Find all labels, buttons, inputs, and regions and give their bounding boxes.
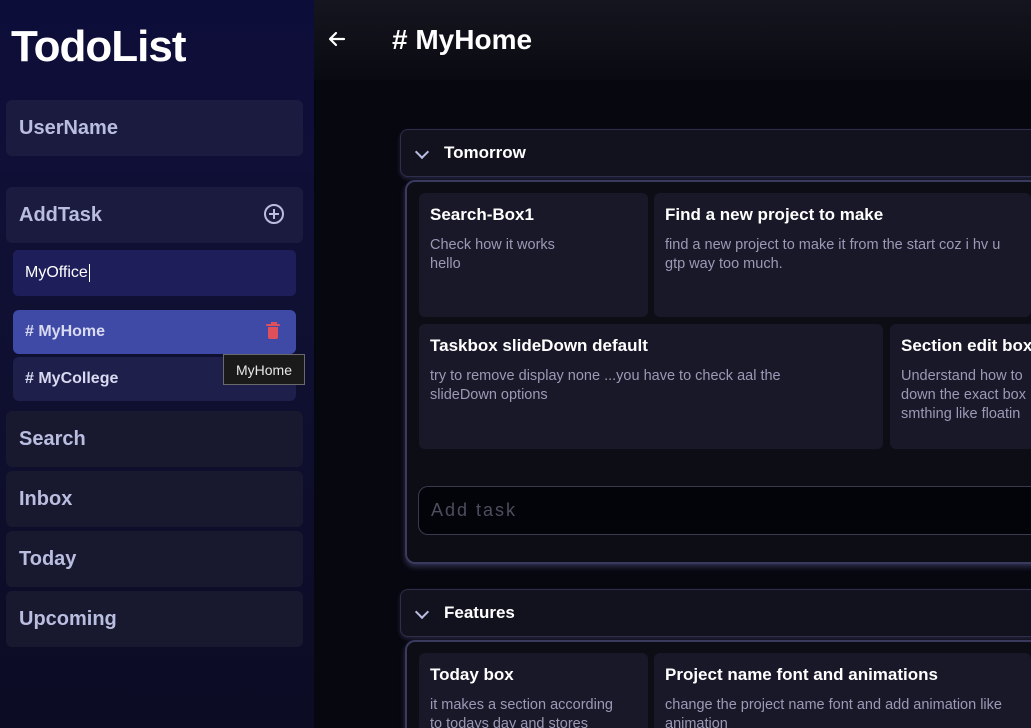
add-task-placeholder: Add task: [431, 500, 518, 520]
task-desc: try to remove display none ...you have t…: [430, 368, 781, 403]
back-arrow-icon[interactable]: [327, 29, 347, 49]
task-title: Section edit box: [901, 336, 1031, 355]
text-caret: [88, 264, 90, 282]
task-card[interactable]: Search-Box1 Check how it works hello: [419, 193, 648, 317]
add-task-input[interactable]: Add task: [418, 486, 1031, 535]
task-title: Find a new project to make: [665, 205, 884, 224]
nav-search[interactable]: Search: [6, 411, 303, 467]
task-desc: Check how it works hello: [430, 237, 555, 272]
nav-inbox[interactable]: Inbox: [6, 471, 303, 527]
project-input-value: MyOffice: [25, 264, 88, 281]
chevron-down-icon[interactable]: [414, 604, 430, 620]
task-card[interactable]: Today box it makes a section according t…: [419, 653, 648, 728]
nav-upcoming[interactable]: Upcoming: [6, 591, 303, 647]
task-title: Today box: [430, 665, 514, 684]
project-name-input[interactable]: MyOffice: [13, 250, 296, 296]
add-task-label: AddTask: [19, 203, 102, 226]
task-desc: it makes a section according to todays d…: [430, 697, 613, 728]
main-content: # MyHome Tomorrow Search-Box1 Check how …: [314, 0, 1031, 728]
task-card[interactable]: Taskbox slideDown default try to remove …: [419, 324, 883, 449]
app-title: TodoList: [11, 22, 186, 71]
nav-label: Inbox: [19, 487, 73, 510]
nav-label: Upcoming: [19, 607, 117, 630]
task-card[interactable]: Project name font and animations change …: [654, 653, 1031, 728]
task-desc: find a new project to make it from the s…: [665, 237, 1001, 272]
page-title: # MyHome: [392, 24, 533, 55]
project-item-myhome[interactable]: # MyHome: [13, 310, 296, 354]
task-title: Search-Box1: [430, 205, 534, 224]
chevron-down-icon[interactable]: [414, 144, 430, 160]
section-header-tomorrow[interactable]: Tomorrow: [400, 129, 1031, 177]
section-header-features[interactable]: Features: [400, 589, 1031, 637]
sidebar: TodoList UserName AddTask MyOffice # MyH…: [0, 0, 314, 728]
task-title: Taskbox slideDown default: [430, 336, 648, 355]
project-tooltip: MyHome: [223, 354, 305, 385]
section-title: Tomorrow: [444, 143, 526, 162]
project-label: # MyHome: [25, 323, 106, 340]
add-circle-icon[interactable]: [264, 204, 284, 224]
nav-label: Search: [19, 427, 86, 450]
task-card[interactable]: Find a new project to make find a new pr…: [654, 193, 1031, 317]
nav-today[interactable]: Today: [6, 531, 303, 587]
username-label: UserName: [19, 116, 118, 139]
section-title: Features: [444, 603, 515, 622]
project-label: # MyCollege: [25, 370, 119, 387]
task-card[interactable]: Section edit box Understand how to down …: [890, 324, 1031, 449]
nav-label: Today: [19, 547, 77, 570]
task-desc: Understand how to down the exact box smt…: [901, 368, 1026, 422]
task-title: Project name font and animations: [665, 665, 938, 684]
topbar: # MyHome: [314, 0, 1031, 80]
task-desc: change the project name font and add ani…: [665, 697, 1002, 728]
trash-icon[interactable]: [266, 322, 280, 339]
username-box[interactable]: UserName: [6, 100, 303, 156]
add-task-box[interactable]: AddTask: [6, 187, 303, 243]
